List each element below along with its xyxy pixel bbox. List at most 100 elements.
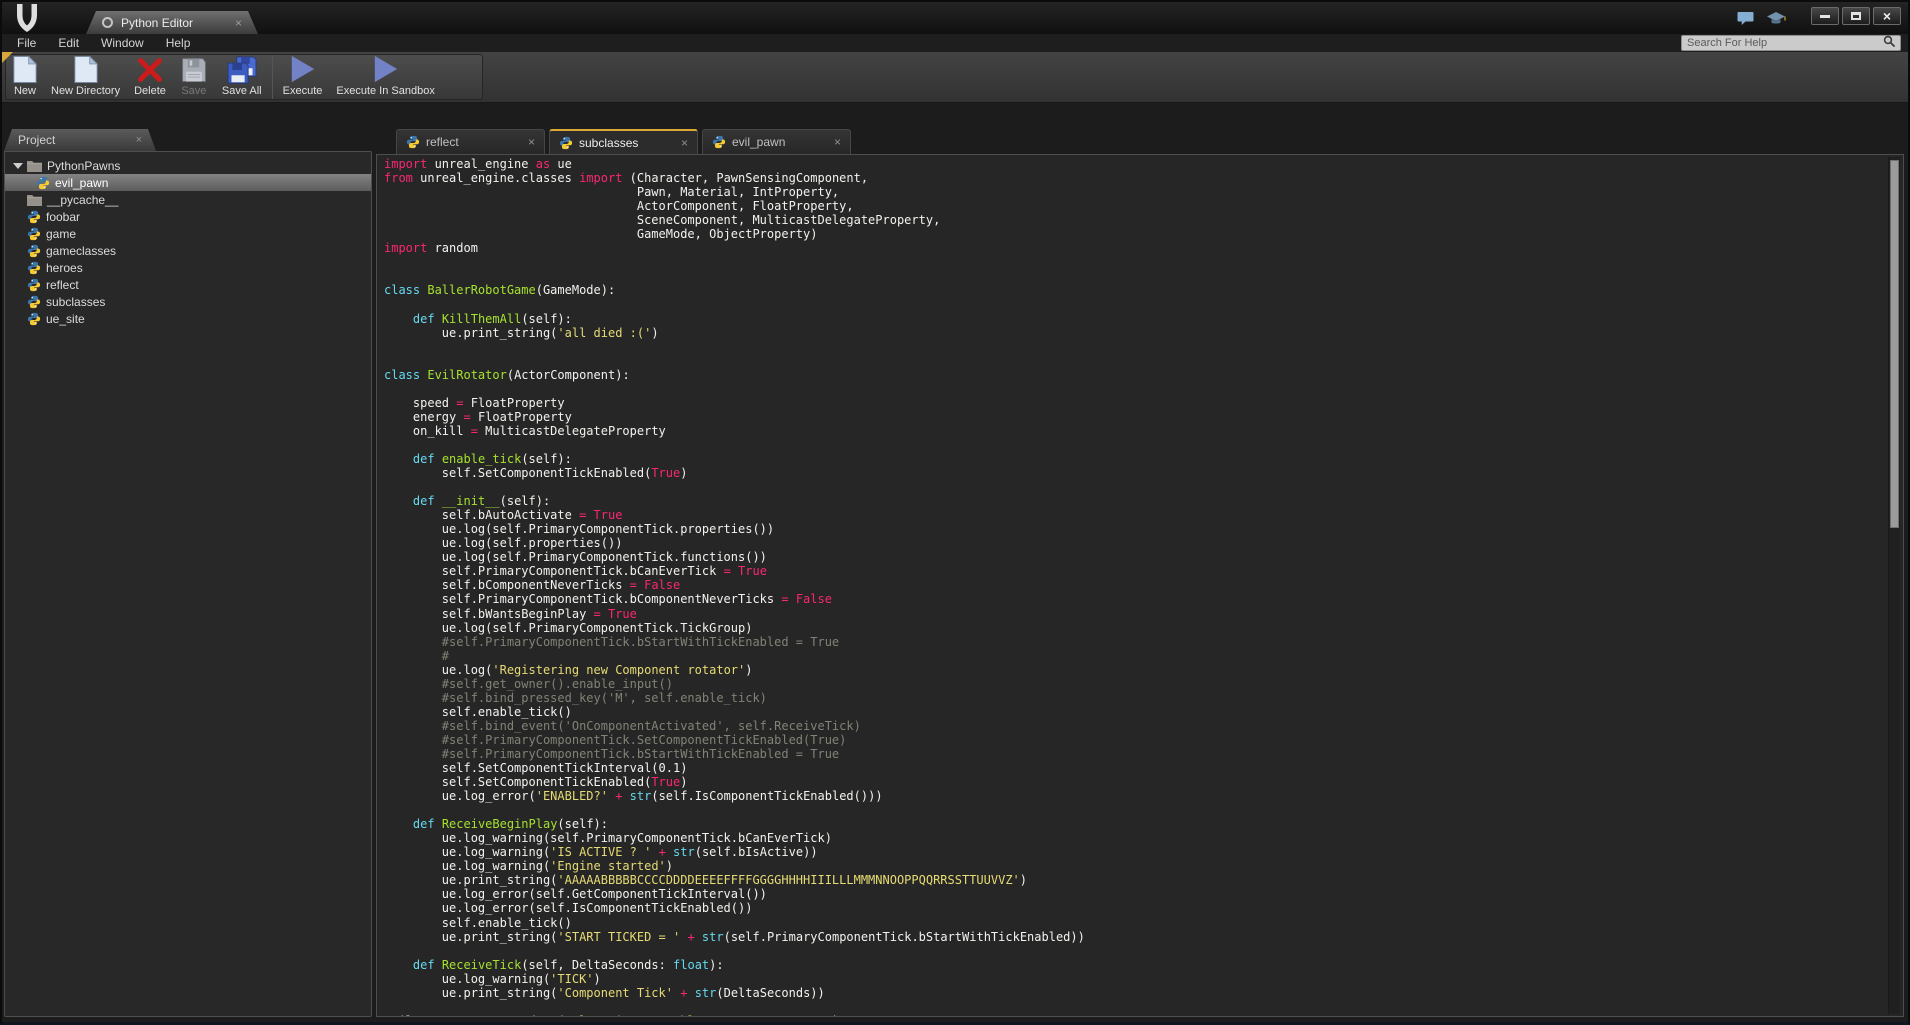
execute-label: Execute: [283, 85, 323, 97]
code-editor[interactable]: import unreal_engine as uefrom unreal_en…: [376, 154, 1904, 1017]
search-help-input[interactable]: Search For Help: [1681, 35, 1901, 51]
delete-button[interactable]: Delete: [127, 55, 173, 99]
code-line: ue.print_string('Component Tick' + str(D…: [384, 986, 1883, 1000]
code-line: self.bAutoActivate = True: [384, 508, 1883, 522]
tab-evil_pawn[interactable]: evil_pawn ×: [702, 129, 851, 154]
code-line: self.enable_tick(): [384, 916, 1883, 930]
python-file-icon: [27, 210, 41, 224]
tree-item-subclasses[interactable]: subclasses: [5, 293, 371, 310]
code-line: class BallerRobotGame(GameMode):: [384, 283, 1883, 297]
code-line: ue.log_error(self.IsComponentTickEnabled…: [384, 901, 1883, 915]
tree-item-label: ue_site: [46, 312, 85, 326]
code-line: #self.get_owner().enable_input(): [384, 677, 1883, 691]
tree-item-evil-pawn[interactable]: evil_pawn: [5, 174, 371, 191]
code-line: #self.PrimaryComponentTick.SetComponentT…: [384, 733, 1883, 747]
code-line: ue.log_warning(self.PrimaryComponentTick…: [384, 831, 1883, 845]
code-line: [384, 340, 1883, 354]
code-line: [384, 354, 1883, 368]
save-button: Save: [173, 55, 215, 99]
code-line: on_kill = MulticastDelegateProperty: [384, 424, 1883, 438]
tab-close-icon[interactable]: ×: [834, 135, 841, 149]
search-magnifier-icon: [1883, 34, 1895, 52]
python-file-icon: [712, 135, 726, 149]
tab-close-icon[interactable]: ×: [681, 136, 688, 150]
tab-subclasses[interactable]: subclasses ×: [549, 129, 698, 154]
tree-item-reflect[interactable]: reflect: [5, 276, 371, 293]
menu-file[interactable]: File: [6, 36, 47, 50]
tree-item-ue-site[interactable]: ue_site: [5, 310, 371, 327]
tab-close-icon[interactable]: ×: [528, 135, 535, 149]
code-line: GameMode, ObjectProperty): [384, 227, 1883, 241]
code-line: #self.PrimaryComponentTick.bStartWithTic…: [384, 635, 1883, 649]
code-line: import unreal_engine as ue: [384, 157, 1883, 171]
code-line: self.SetComponentTickInterval(0.1): [384, 761, 1883, 775]
floppy-double-icon: [226, 56, 258, 84]
menu-help[interactable]: Help: [155, 36, 202, 50]
save-all-label: Save All: [222, 85, 262, 97]
delete-cross-icon: [136, 56, 164, 84]
unreal-engine-logo-icon: [12, 4, 42, 32]
scrollbar-thumb[interactable]: [1890, 160, 1899, 529]
code-line: self.PrimaryComponentTick.bComponentNeve…: [384, 592, 1883, 606]
tree-item-heroes[interactable]: heroes: [5, 259, 371, 276]
code-line: EvilRotator.set_metadata('BlueprintSpawn…: [384, 1014, 1883, 1016]
tree-item-label: subclasses: [46, 295, 105, 309]
tree-item-label: evil_pawn: [55, 176, 108, 190]
menu-edit[interactable]: Edit: [47, 36, 90, 50]
tree-item-label: reflect: [46, 278, 79, 292]
code-line: [384, 1000, 1883, 1014]
code-line: from unreal_engine.classes import (Chara…: [384, 171, 1883, 185]
project-tab-label: Project: [18, 133, 136, 147]
python-file-icon: [27, 312, 41, 326]
execute-button[interactable]: Execute: [276, 55, 330, 99]
tab-label: subclasses: [579, 136, 677, 150]
minimize-button[interactable]: [1811, 7, 1839, 25]
python-file-icon: [27, 227, 41, 241]
tree-item---pycache--[interactable]: __pycache__: [5, 191, 371, 208]
titlebar: Python Editor × ×: [2, 2, 1908, 34]
close-button[interactable]: ×: [1873, 7, 1901, 25]
app-tab-python-editor[interactable]: Python Editor ×: [86, 11, 258, 34]
code-line: energy = FloatProperty: [384, 410, 1883, 424]
tree-item-label: heroes: [46, 261, 83, 275]
code-line: ue.log(self.PrimaryComponentTick.functio…: [384, 550, 1883, 564]
workspace: Project × PythonPawns evil_pawn __pycache_…: [2, 103, 1908, 1022]
floppy-gray-icon: [180, 56, 208, 84]
save-all-button[interactable]: Save All: [215, 55, 269, 99]
expand-arrow-icon[interactable]: [13, 163, 23, 169]
tab-reflect[interactable]: reflect×: [396, 129, 545, 154]
tree-item-PythonPawns[interactable]: PythonPawns: [5, 157, 371, 174]
tab-project[interactable]: Project ×: [4, 129, 156, 151]
chat-bubble-icon[interactable]: [1737, 11, 1754, 31]
project-tree: PythonPawnsevil_pawn__pycache__foobargam…: [4, 151, 372, 1017]
code-line: ue.log(self.PrimaryComponentTick.TickGro…: [384, 621, 1883, 635]
maximize-button[interactable]: [1842, 7, 1870, 25]
execute-in-sandbox-button[interactable]: Execute In Sandbox: [329, 55, 441, 99]
python-file-icon: [36, 176, 50, 190]
code-line: ue.print_string('AAAAABBBBBCCCCDDDDEEEEF…: [384, 873, 1883, 887]
folder-icon: [27, 194, 42, 206]
tree-item-game[interactable]: game: [5, 225, 371, 242]
code-line: self.PrimaryComponentTick.bCanEverTick =…: [384, 564, 1883, 578]
code-line: #self.bind_pressed_key('M', self.enable_…: [384, 691, 1883, 705]
tab-label: evil_pawn: [732, 135, 830, 149]
tutorial-cap-icon[interactable]: [1766, 11, 1786, 31]
code-line: Pawn, Material, IntProperty,: [384, 185, 1883, 199]
python-file-icon: [27, 295, 41, 309]
code-line: [384, 803, 1883, 817]
project-tab-close-icon[interactable]: ×: [136, 134, 142, 146]
tree-item-foobar[interactable]: foobar: [5, 208, 371, 225]
vertical-scrollbar[interactable]: [1888, 157, 1900, 1014]
new-directory-button[interactable]: New Directory: [44, 55, 127, 99]
menu-window[interactable]: Window: [90, 36, 155, 50]
tree-item-label: __pycache__: [47, 193, 118, 207]
tree-item-gameclasses[interactable]: gameclasses: [5, 242, 371, 259]
new-label: New: [14, 85, 36, 97]
close-icon: ×: [1883, 9, 1891, 23]
maximize-icon: [1851, 12, 1861, 20]
search-placeholder: Search For Help: [1687, 37, 1883, 49]
code-line: ue.log('Registering new Component rotato…: [384, 663, 1883, 677]
app-tab-close-icon[interactable]: ×: [235, 16, 242, 30]
code-line: ue.log(self.PrimaryComponentTick.propert…: [384, 522, 1883, 536]
window-controls: ×: [1811, 7, 1901, 25]
